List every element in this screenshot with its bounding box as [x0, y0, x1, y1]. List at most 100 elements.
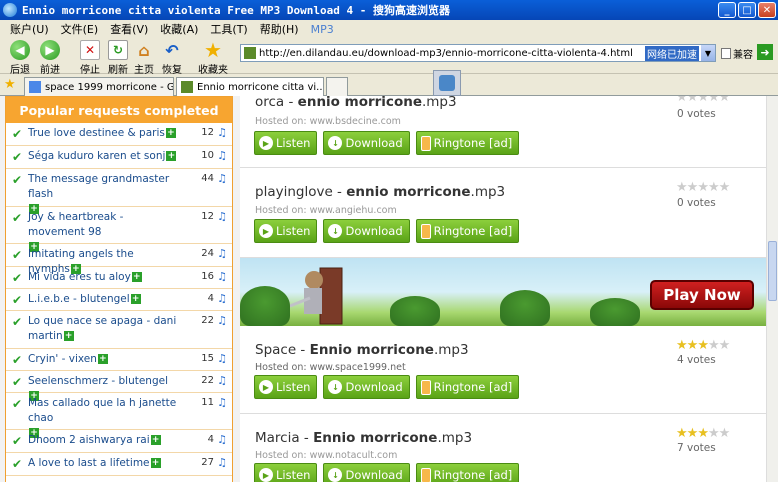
menu-help[interactable]: 帮助(H) [260, 21, 299, 37]
play-now-button[interactable]: Play Now [650, 280, 754, 310]
result-title[interactable]: playinglove - ennio morricone.mp3 [255, 184, 505, 200]
check-icon: ✔ [12, 293, 23, 307]
rating-stars[interactable]: ★★★★★ [676, 338, 730, 353]
compat-mode-button[interactable]: 兼容 [721, 46, 753, 61]
download-button[interactable]: ↓ Download [323, 375, 410, 399]
list-item[interactable]: ✔ Séga kuduro karen et sonj + 10 ♫ [6, 146, 232, 169]
listen-button[interactable]: ▶ Listen [254, 131, 318, 155]
list-item[interactable]: ✔ Lo que nace se apaga - dani martin + 22… [6, 311, 232, 349]
rating-stars[interactable]: ★★★★★ [676, 96, 730, 105]
music-note-icon: ♫ [217, 247, 227, 260]
list-item[interactable]: ✔ Cryin' - vixen + 15 ♫ [6, 349, 232, 371]
page-content: Popular requests completed ✔ True love d… [0, 96, 766, 482]
result-item: playinglove - ennio morricone.mp3 Hosted… [240, 168, 766, 258]
request-link[interactable]: Mi vida eres tu aloy [28, 271, 131, 283]
add-favorite-star-icon[interactable]: ★ [4, 77, 16, 92]
menu-favorites[interactable]: 收藏(A) [160, 21, 198, 37]
vertical-scrollbar[interactable] [766, 96, 778, 482]
plus-icon[interactable]: + [63, 331, 74, 341]
ringtone-button[interactable]: Ringtone [ad] [415, 219, 520, 243]
result-title[interactable]: Space - Ennio morricone.mp3 [255, 342, 469, 358]
listen-button[interactable]: ▶ Listen [254, 463, 318, 482]
plus-icon[interactable]: + [165, 128, 176, 138]
home-button[interactable]: ⌂ 主页 [134, 40, 154, 77]
close-button[interactable]: ✕ [758, 2, 776, 18]
plus-icon[interactable]: + [130, 294, 141, 304]
tab-ennio-morricone[interactable]: Ennio morricone citta vi... ✕ [176, 77, 324, 96]
request-link[interactable]: Dhoom 2 aishwarya rai [28, 434, 150, 446]
plus-icon[interactable]: + [166, 151, 177, 161]
play-icon: ▶ [259, 136, 273, 150]
floating-accelerator-icon[interactable] [433, 70, 461, 96]
list-item[interactable]: ✔ A love to last a lifetime + 27 ♫ [6, 453, 232, 476]
download-button[interactable]: ↓ Download [323, 219, 410, 243]
stop-button[interactable]: ✕ 停止 [80, 40, 100, 76]
request-link[interactable]: L.i.e.b.e - blutengel [28, 293, 130, 305]
plus-icon[interactable]: + [150, 435, 161, 445]
music-note-icon: ♫ [217, 292, 227, 305]
go-arrow-icon[interactable]: ➜ [757, 44, 773, 60]
request-link[interactable]: Mas callado que la h janette chao [28, 397, 176, 424]
back-button[interactable]: ◀ 后退 [10, 40, 30, 76]
minimize-button[interactable]: _ [718, 2, 736, 18]
download-button[interactable]: ↓ Download [323, 131, 410, 155]
request-link[interactable]: True love destinee & paris [28, 127, 165, 139]
refresh-button[interactable]: ↻ 刷新 [108, 40, 128, 76]
menu-view[interactable]: 查看(V) [110, 21, 148, 37]
tab-google-search[interactable]: space 1999 morricone - Goo... ✕ [24, 77, 174, 96]
request-link[interactable]: Séga kuduro karen et sonj [28, 150, 165, 162]
game-ad-banner[interactable]: Play Now [240, 258, 766, 326]
ringtone-button[interactable]: Ringtone [ad] [415, 463, 520, 482]
request-link[interactable]: Joy & heartbreak - movement 98 [28, 211, 123, 238]
list-item[interactable]: ✔ True love destinee & paris + 12 ♫ [6, 123, 232, 146]
result-item: Space - Ennio morricone.mp3 Hosted on: w… [240, 326, 766, 414]
list-item[interactable]: ✔ Mi vida eres tu aloy + 16 ♫ [6, 267, 232, 289]
vote-count: 4 votes [677, 354, 716, 366]
listen-button[interactable]: ▶ Listen [254, 375, 318, 399]
menu-tools[interactable]: 工具(T) [210, 21, 247, 37]
ringtone-button[interactable]: Ringtone [ad] [415, 131, 520, 155]
list-item[interactable]: ✔ Seelenschmerz - blutengel+ 22 ♫ [6, 371, 232, 401]
plus-icon[interactable]: + [131, 272, 142, 282]
network-accelerated-badge[interactable]: 网络已加速 [645, 45, 699, 61]
address-bar[interactable]: http://en.dilandau.eu/download-mp3/ennio… [240, 44, 716, 62]
menu-account[interactable]: 账户(U) [10, 21, 49, 37]
favorites-button[interactable]: ★ 收藏夹 [198, 38, 228, 76]
plus-icon[interactable]: + [97, 354, 108, 364]
check-icon: ✔ [12, 434, 23, 448]
result-title[interactable]: Marcia - Ennio morricone.mp3 [255, 430, 472, 446]
menu-mp3[interactable]: MP3 [311, 23, 334, 36]
maximize-button[interactable]: □ [738, 2, 756, 18]
request-link[interactable]: Cryin' - vixen [28, 353, 97, 365]
restore-button[interactable]: ↶ 恢复 [162, 40, 182, 77]
request-link[interactable]: The message grandmaster flash [28, 173, 169, 200]
menu-file[interactable]: 文件(E) [61, 21, 99, 37]
forward-arrow-icon: ▶ [40, 40, 60, 60]
music-note-icon: ♫ [217, 433, 227, 446]
download-button[interactable]: ↓ Download [323, 463, 410, 482]
list-item[interactable]: ✔ Mas callado que la h janette chao + 11 … [6, 393, 232, 438]
scrollbar-thumb[interactable] [768, 241, 777, 301]
plus-icon[interactable]: + [150, 458, 161, 468]
address-url[interactable]: http://en.dilandau.eu/download-mp3/ennio… [259, 48, 645, 59]
list-item[interactable]: ✔ L.i.e.b.e - blutengel + 4 ♫ [6, 289, 232, 311]
request-count: 10 [201, 150, 214, 161]
list-item[interactable]: ✔ The message grandmaster flash + 44 ♫ [6, 169, 232, 214]
ringtone-button[interactable]: Ringtone [ad] [415, 375, 520, 399]
request-link[interactable]: Lo que nace se apaga - dani martin [28, 315, 176, 342]
result-title[interactable]: orca - ennio morricone.mp3 [255, 96, 457, 110]
request-link[interactable]: A love to last a lifetime [28, 457, 150, 469]
forward-button[interactable]: ▶ 前进 [40, 40, 60, 76]
list-item[interactable]: ✔ Dhoom 2 aishwarya rai + 4 ♫ [6, 430, 232, 453]
rating-stars[interactable]: ★★★★★ [676, 180, 730, 195]
request-link[interactable]: Seelenschmerz - blutengel [28, 375, 168, 387]
chevron-down-icon[interactable]: ▼ [701, 45, 715, 61]
request-count: 24 [201, 248, 214, 259]
new-tab-button[interactable] [326, 77, 348, 96]
back-arrow-icon: ◀ [10, 40, 30, 60]
listen-button[interactable]: ▶ Listen [254, 219, 318, 243]
list-item[interactable]: ✔ Joy & heartbreak - movement 98 + 12 ♫ [6, 207, 232, 252]
site-favicon-icon [244, 47, 256, 59]
rating-stars[interactable]: ★★★★★ [676, 426, 730, 441]
list-item[interactable]: ✔ Imitating angels the nymphs + 24 ♫ [6, 244, 232, 275]
